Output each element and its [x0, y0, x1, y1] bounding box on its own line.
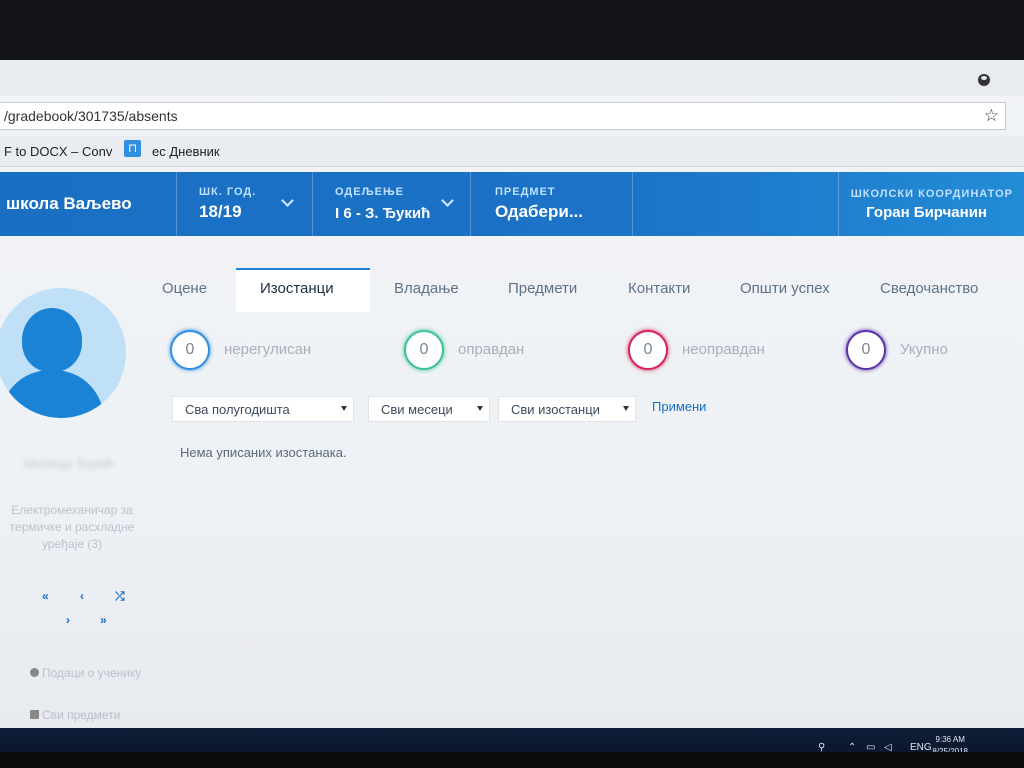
counter-label: нерегулисан — [224, 341, 312, 358]
school-year-label: ШК. ГОД. — [199, 186, 257, 198]
coordinator-block: ШКОЛСКИ КООРДИНАТОР Горан Бирчанин — [838, 172, 1024, 236]
tab-behavior[interactable]: Владање — [394, 280, 459, 297]
monitor-bezel-bottom — [0, 752, 1024, 768]
avatar — [0, 288, 126, 418]
months-select[interactable]: Сви месеци — [368, 396, 490, 422]
class-value: I 6 - З. Ђукић — [335, 205, 431, 222]
student-info-link[interactable]: Подаци о ученику — [30, 666, 141, 680]
tab-overall-success[interactable]: Општи успех — [740, 280, 830, 297]
bookmarks-bar: F to DOCX – Conv ⊓ ес Дневник — [0, 136, 1024, 167]
counter-ring: 0 — [846, 330, 886, 370]
counter-ring: 0 — [628, 330, 668, 370]
monitor-bezel — [0, 0, 1024, 66]
bookmark-pdf-to-docx[interactable]: F to DOCX – Conv — [4, 144, 112, 159]
counter-label: оправдан — [458, 341, 525, 358]
esdnevnik-logo-icon: ⊓ — [124, 140, 141, 157]
absence-type-select-value: Сви изостанци — [511, 402, 600, 417]
caret-down-icon — [341, 406, 347, 411]
first-student-button[interactable]: « — [42, 589, 49, 603]
coordinator-name: Горан Бирчанин — [866, 204, 987, 221]
tab-contacts[interactable]: Контакти — [628, 280, 690, 297]
url-text[interactable]: /gradebook/301735/absents — [4, 108, 178, 124]
school-year-selector[interactable]: ШК. ГОД. 18/19 — [176, 172, 313, 236]
address-bar[interactable]: /gradebook/301735/absents ☆ — [0, 102, 1006, 130]
class-label: ОДЕЉЕЊЕ — [335, 186, 404, 198]
student-name: Милица Ђукић — [24, 456, 114, 471]
prev-student-button[interactable]: ‹ — [80, 589, 84, 603]
last-student-button[interactable]: » — [100, 613, 107, 627]
random-student-button[interactable]: ⤮ — [115, 589, 125, 604]
chevron-down-icon — [281, 194, 294, 207]
app-header: школа Ваљево ШК. ГОД. 18/19 ОДЕЉЕЊЕ I 6 … — [0, 172, 1024, 236]
counter-label: Укупно — [900, 341, 948, 358]
browser-titlebar — [0, 60, 1024, 96]
student-department: Електромеханичар за термичке и расхладне… — [9, 503, 135, 551]
all-subjects-label: Сви предмети — [42, 708, 121, 722]
coordinator-label: ШКОЛСКИ КООРДИНАТОР — [850, 188, 1013, 200]
student-info-label: Подаци о ученику — [42, 666, 142, 680]
document-icon — [30, 710, 39, 719]
counter-label: неоправдан — [682, 341, 765, 358]
tab-grades[interactable]: Оцене — [162, 280, 207, 297]
chevron-down-icon — [441, 194, 454, 207]
all-subjects-link[interactable]: Сви предмети — [30, 708, 120, 722]
tab-bar: Оцене Изостанци Владање Предмети Контакт… — [140, 268, 1024, 312]
school-name: школа Ваљево — [6, 194, 132, 213]
caret-down-icon — [623, 406, 629, 411]
absence-type-select[interactable]: Сви изостанци — [498, 396, 636, 422]
counter-ring: 0 — [170, 330, 210, 370]
counter-ring: 0 — [404, 330, 444, 370]
info-icon — [30, 668, 39, 677]
tab-subjects[interactable]: Предмети — [508, 280, 577, 297]
subject-label: ПРЕДМЕТ — [495, 186, 556, 198]
class-selector[interactable]: ОДЕЉЕЊЕ I 6 - З. Ђукић — [312, 172, 471, 236]
subject-selector[interactable]: ПРЕДМЕТ Одабери... — [470, 172, 633, 236]
semester-select[interactable]: Сва полугодишта — [172, 396, 354, 422]
apply-button[interactable]: Примени — [652, 399, 706, 414]
tab-certificate[interactable]: Сведочанство — [880, 280, 978, 297]
caret-down-icon — [477, 406, 483, 411]
header-divider — [632, 172, 633, 236]
bookmark-star-icon[interactable]: ☆ — [984, 106, 999, 126]
avatar-body — [0, 370, 104, 418]
semester-select-value: Сва полугодишта — [185, 402, 290, 417]
tab-absences[interactable]: Изостанци — [260, 280, 334, 297]
browser-window: /gradebook/301735/absents ☆ F to DOCX – … — [0, 60, 1024, 768]
clock-time: 9:36 AM — [935, 735, 965, 744]
school-year-value: 18/19 — [199, 202, 242, 221]
bookmark-es-dnevnik[interactable]: ес Дневник — [152, 144, 220, 159]
profile-icon[interactable] — [978, 74, 990, 86]
avatar-head — [22, 308, 82, 372]
next-student-button[interactable]: › — [66, 613, 70, 627]
subject-value: Одабери... — [495, 202, 584, 221]
months-select-value: Сви месеци — [381, 402, 453, 417]
empty-state-message: Нема уписаних изостанака. — [180, 445, 347, 460]
